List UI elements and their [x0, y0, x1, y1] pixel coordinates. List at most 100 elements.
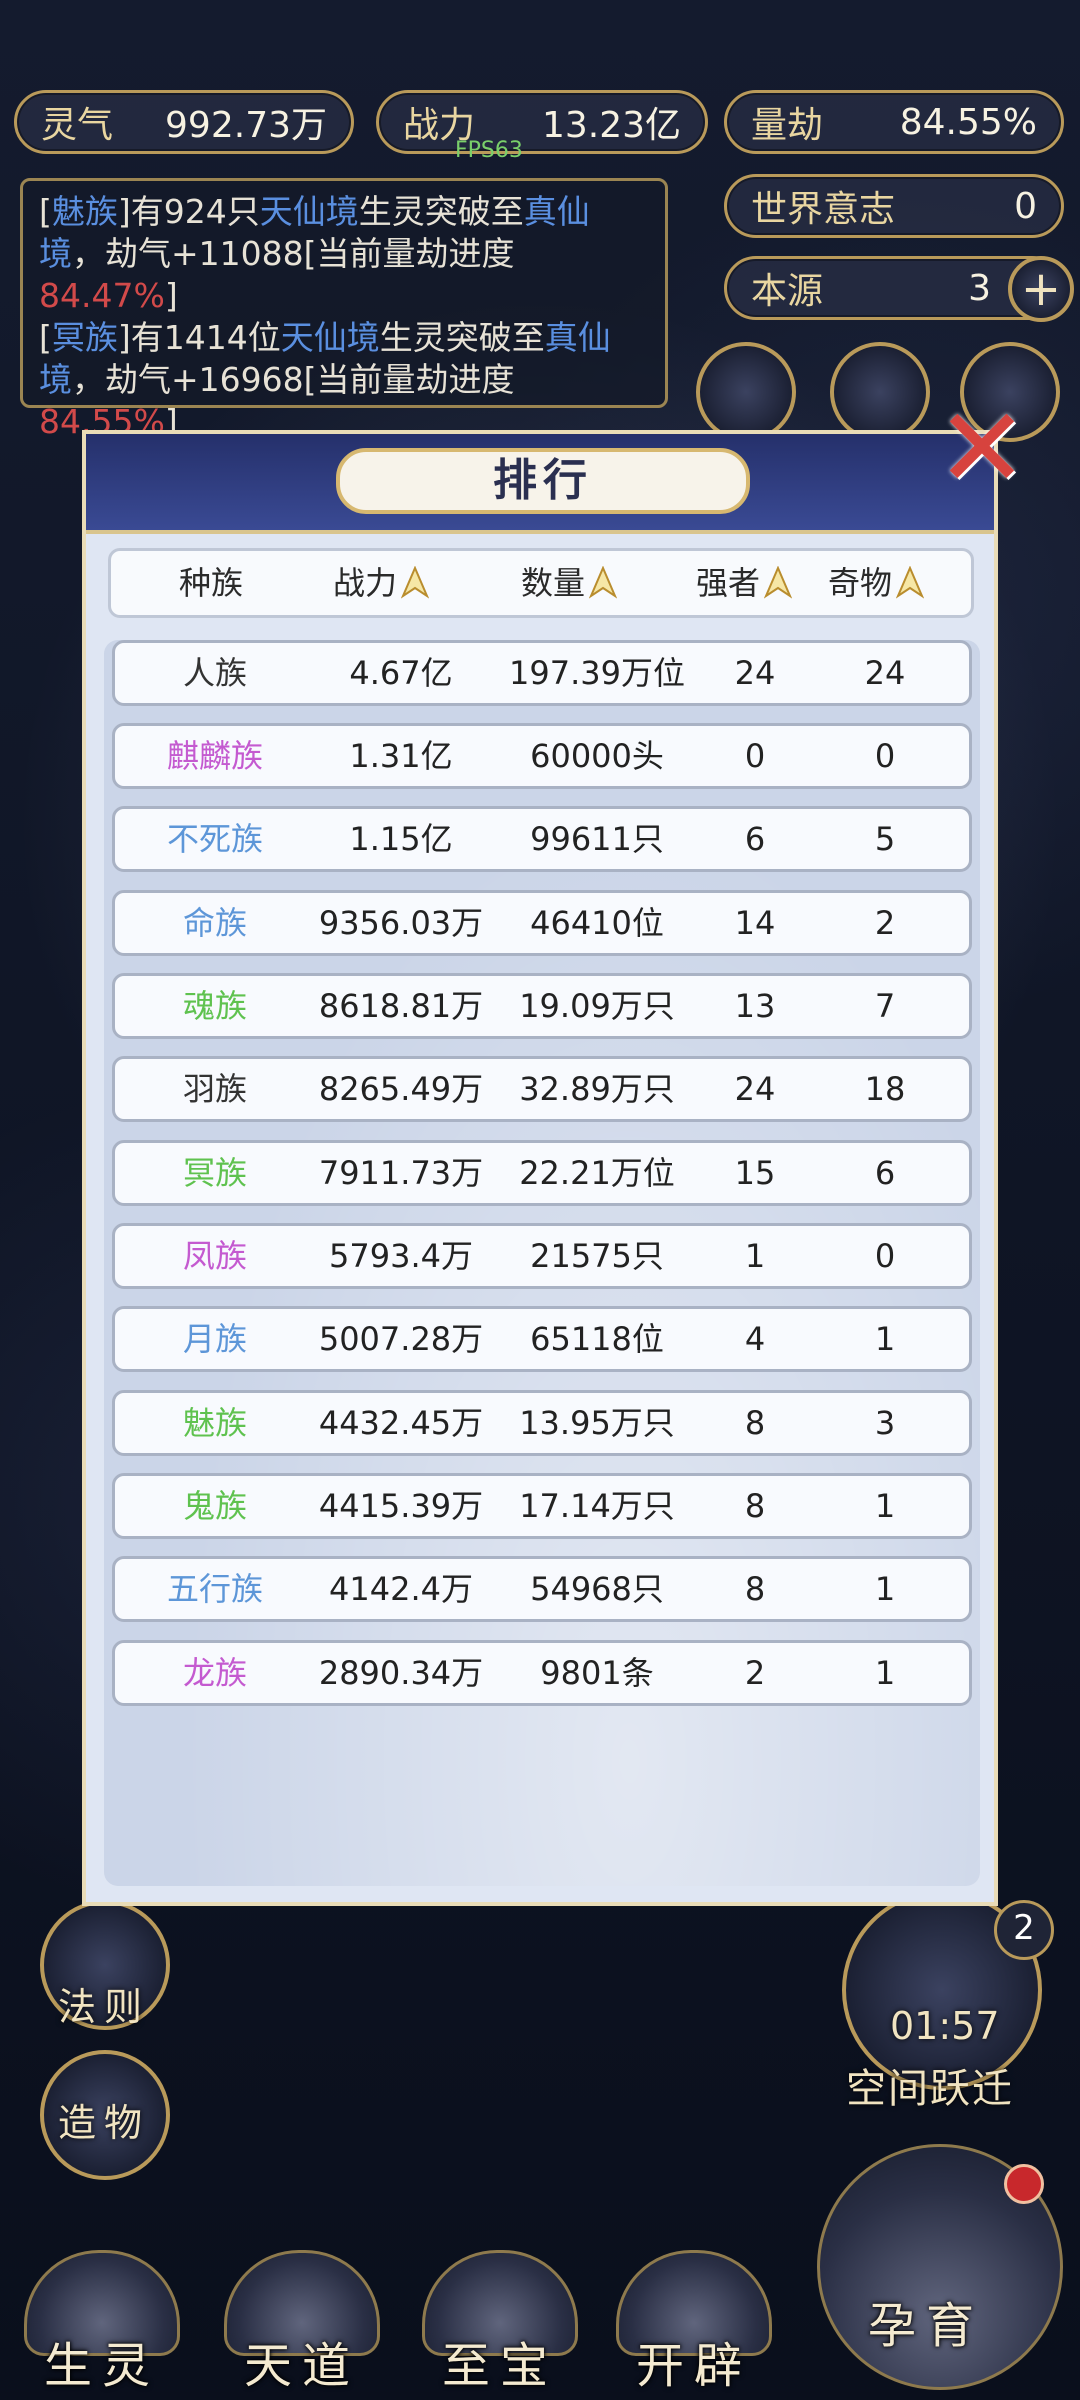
race-count: 17.14万只: [519, 1487, 675, 1525]
space-jump-badge: 2: [994, 1900, 1054, 1960]
liangjie-label: 量劫: [751, 105, 824, 146]
race-strong: 8: [744, 1487, 766, 1525]
nav-kai-pi[interactable]: 开辟: [604, 2250, 784, 2400]
nav-kai-pi-label: 开辟: [635, 2338, 752, 2394]
benyuan-value: 3: [968, 267, 991, 309]
col-header-power[interactable]: 战力: [281, 551, 481, 615]
table-row: 龙族 2890.34万 9801条 2 1: [112, 1640, 972, 1706]
race-rare: 2: [874, 904, 896, 942]
sort-arrow-icon: [896, 566, 924, 599]
race-name: 人族: [182, 654, 247, 692]
nav-yun-yu-label: 孕育: [868, 2298, 985, 2354]
race-name: 月族: [182, 1320, 247, 1358]
log-line: [魅族]有924只天仙境生灵突破至真仙境，劫气+11088[当前量劫进度84.4…: [39, 192, 590, 315]
table-row: 凤族 5793.4万 21575只 1 0: [112, 1223, 972, 1289]
race-power: 8618.81万: [318, 987, 484, 1025]
race-count: 19.09万只: [519, 987, 675, 1025]
fa-ze-label: 法则: [58, 1985, 151, 2029]
col-header-count[interactable]: 数量: [469, 551, 669, 615]
race-name: 魅族: [182, 1404, 247, 1442]
scroll-icon-button[interactable]: [696, 342, 796, 442]
table-row: 人族 4.67亿 197.39万位 24 24: [112, 640, 972, 706]
eye-icon-button[interactable]: [830, 342, 930, 442]
lingqi-label: 灵气: [41, 105, 114, 146]
race-strong: 4: [744, 1320, 766, 1358]
race-name: 麒麟族: [166, 737, 263, 775]
race-power: 8265.49万: [318, 1070, 484, 1108]
nav-sheng-ling[interactable]: 生灵: [12, 2250, 192, 2400]
race-count: 54968只: [530, 1570, 664, 1608]
race-name: 龙族: [182, 1654, 247, 1692]
race-rare: 1: [874, 1570, 896, 1608]
race-count: 65118位: [530, 1320, 664, 1358]
sort-arrow-icon: [401, 566, 429, 599]
table-row: 鬼族 4415.39万 17.14万只 8 1: [112, 1473, 972, 1539]
race-count: 99611只: [530, 820, 664, 858]
race-rare: 1: [874, 1320, 896, 1358]
liangjie-value: 84.55%: [899, 101, 1037, 143]
liangjie-pill: 量劫 84.55%: [724, 90, 1064, 154]
table-row: 命族 9356.03万 46410位 14 2: [112, 890, 972, 956]
race-count: 46410位: [530, 904, 664, 942]
race-name: 凤族: [182, 1237, 247, 1275]
race-count: 32.89万只: [519, 1070, 675, 1108]
shijie-label: 世界意志: [751, 189, 896, 230]
table-row: 月族 5007.28万 65118位 4 1: [112, 1306, 972, 1372]
nav-zhi-bao[interactable]: 至宝: [410, 2250, 590, 2400]
race-power: 7911.73万: [318, 1154, 484, 1192]
race-rare: 24: [864, 654, 906, 692]
race-rare: 1: [874, 1487, 896, 1525]
race-strong: 24: [734, 1070, 776, 1108]
table-row: 羽族 8265.49万 32.89万只 24 18: [112, 1056, 972, 1122]
space-jump-timer: 01:57: [890, 2004, 1000, 2048]
panel-header: 排行: [86, 434, 994, 534]
race-name: 五行族: [166, 1570, 263, 1608]
race-strong: 1: [744, 1237, 766, 1275]
col-header-strong[interactable]: 强者: [679, 551, 809, 615]
race-power: 1.31亿: [349, 737, 453, 775]
race-rare: 0: [874, 737, 896, 775]
zhanli-pill: 战力 13.23亿: [376, 90, 708, 154]
race-rare: 3: [874, 1404, 896, 1442]
shijie-pill: 世界意志 0: [724, 174, 1064, 238]
nav-zhi-bao-label: 至宝: [441, 2338, 558, 2394]
race-count: 21575只: [530, 1237, 664, 1275]
race-strong: 2: [744, 1654, 766, 1692]
race-name: 冥族: [182, 1154, 247, 1192]
fps-counter: FPS63: [455, 138, 523, 163]
race-name: 羽族: [182, 1070, 247, 1108]
table-row: 魅族 4432.45万 13.95万只 8 3: [112, 1390, 972, 1456]
sort-arrow-icon: [589, 566, 617, 599]
table-row: 五行族 4142.4万 54968只 8 1: [112, 1556, 972, 1622]
race-strong: 8: [744, 1404, 766, 1442]
race-power: 4432.45万: [318, 1404, 484, 1442]
add-benyuan-button[interactable]: +: [1008, 256, 1074, 322]
zhanli-value: 13.23亿: [541, 105, 681, 146]
col-header-rare[interactable]: 奇物: [811, 551, 941, 615]
shijie-value: 0: [1014, 185, 1037, 227]
race-power: 4.67亿: [349, 654, 453, 692]
close-icon[interactable]: ✕: [932, 384, 1032, 512]
nav-tian-dao-label: 天道: [243, 2338, 360, 2394]
sort-arrow-icon: [764, 566, 792, 599]
lingqi-pill: 灵气 992.73万: [14, 90, 354, 154]
race-power: 4415.39万: [318, 1487, 484, 1525]
race-rare: 0: [874, 1237, 896, 1275]
nav-tian-dao[interactable]: 天道: [212, 2250, 392, 2400]
col-header-race: 种族: [178, 564, 243, 602]
race-rare: 7: [874, 987, 896, 1025]
race-strong: 0: [744, 737, 766, 775]
event-log: [魅族]有924只天仙境生灵突破至真仙境，劫气+11088[当前量劫进度84.4…: [20, 178, 668, 441]
race-power: 2890.34万: [318, 1654, 484, 1692]
race-rare: 1: [874, 1654, 896, 1692]
nav-yun-yu[interactable]: 孕育: [817, 2070, 1063, 2400]
race-power: 9356.03万: [318, 904, 484, 942]
ranking-list: 人族 4.67亿 197.39万位 24 24 麒麟族 1.31亿 60000头…: [104, 640, 980, 1886]
race-strong: 13: [734, 987, 776, 1025]
race-rare: 6: [874, 1154, 896, 1192]
table-row: 冥族 7911.73万 22.21万位 15 6: [112, 1140, 972, 1206]
notification-dot: [1004, 2164, 1044, 2204]
race-power: 4142.4万: [329, 1570, 473, 1608]
race-strong: 6: [744, 820, 766, 858]
zao-wu-label: 造物: [58, 2101, 151, 2145]
